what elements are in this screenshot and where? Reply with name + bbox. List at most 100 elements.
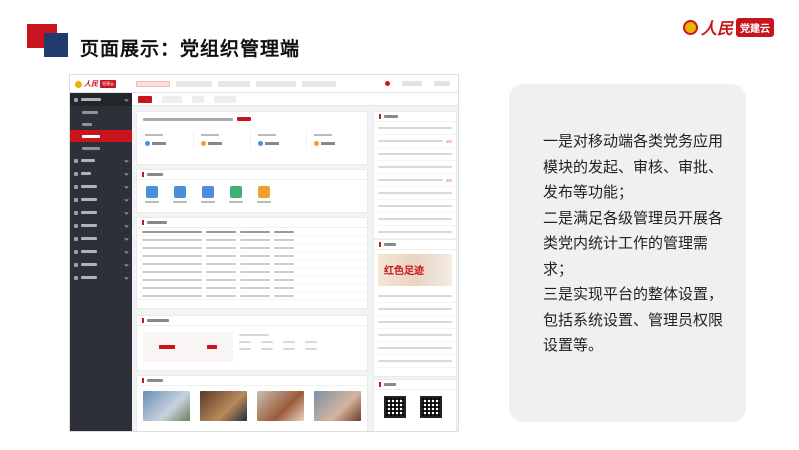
chevron-down-icon [124,197,129,202]
console-topbar: 人民 党建云 [70,75,458,93]
list-item [374,226,456,239]
top-nav-item [302,81,336,87]
menu-icon [74,223,78,228]
user-name [434,81,450,86]
menu-icon [74,210,78,215]
banner-text: 红色足迹 [384,266,424,277]
title-decoration-navy [44,33,68,57]
menu-icon [74,158,78,163]
sidebar-item [70,232,132,245]
list-item [374,135,456,148]
page-title: 页面展示：党组织管理端 [80,38,301,60]
sidebar-item [70,193,132,206]
console-logo-tag: 党建云 [100,80,116,88]
news-image [200,391,247,421]
list-item [374,316,456,329]
sidebar-item [70,245,132,258]
admin-console-screenshot: 人民 党建云 红色足迹 [69,74,459,432]
qr-card [373,379,457,431]
sidebar-item [70,271,132,284]
table-row [137,284,367,292]
org-overview-card [136,111,368,165]
statistics-card [136,315,368,371]
news-card [136,375,368,431]
tab [214,95,236,103]
table-row [137,236,367,244]
list-item [374,342,456,355]
news-images [137,386,367,426]
list-item [374,122,456,135]
activity-banner: 红色足迹 [378,254,452,286]
sidebar-item [70,93,132,106]
tab [162,95,182,103]
sidebar-item [70,167,132,180]
chevron-down-icon [124,236,129,241]
list-item [374,355,456,368]
quick-app [201,186,215,203]
quick-apps [137,180,367,209]
stat-item [311,132,362,148]
org-stats [137,126,367,154]
menu-icon [74,262,78,267]
sidebar-subitem [70,118,132,130]
list-item [374,290,456,303]
table-row [137,268,367,276]
news-image [314,391,361,421]
sidebar-item [70,258,132,271]
top-nav-item [136,81,170,87]
console-user-area [385,81,450,86]
qr-code-icon [384,396,406,418]
sidebar-item [70,219,132,232]
menu-icon [74,97,78,102]
sidebar-item [70,206,132,219]
chevron-down-icon [124,171,129,176]
quick-entry-card [136,169,368,213]
top-nav-item [218,81,250,87]
sidebar-subitem [70,106,132,118]
chevron-down-icon [124,262,129,267]
menu-icon [74,275,78,280]
menu-icon [74,184,78,189]
news-image [143,391,190,421]
chevron-down-icon [124,184,129,189]
quick-app [229,186,243,203]
list-item [374,329,456,342]
tab [192,95,204,103]
console-emblem-icon [75,80,82,88]
console-tabs [132,93,458,106]
table-row [137,260,367,268]
menu-icon [74,171,78,176]
description-point-1: 一是对移动端各类党务应用模块的发起、审核、审批、发布等功能； [543,132,724,201]
brand-tag: 党建云 [736,17,775,37]
sidebar-item [70,154,132,167]
list-item [374,303,456,316]
brand-logo-text: 人民 [701,19,734,38]
table-row [137,252,367,260]
stat-item [198,132,251,148]
quick-app [257,186,271,203]
chevron-down-icon [124,275,129,280]
table-row [137,276,367,284]
console-sidebar [70,93,132,431]
stat-item [255,132,307,148]
qr-code-icon [420,396,442,418]
description-point-3: 三是实现平台的整体设置，包括系统设置、管理员权限设置等。 [543,285,724,354]
brand-logo: 人民 党建云 [683,14,775,40]
console-logo-text: 人民 [84,79,98,88]
table-row [137,244,367,252]
top-nav-item [256,81,296,87]
quick-app [145,186,159,203]
list-item [374,161,456,174]
quick-app [173,186,187,203]
notification-icon [385,81,390,86]
chevron-down-icon [124,249,129,254]
console-logo: 人民 党建云 [75,79,116,89]
console-top-nav [136,81,336,87]
list-item [374,200,456,213]
list-item [374,213,456,226]
notification-label [402,81,422,86]
party-emblem-icon [683,19,698,35]
table-row [137,292,367,300]
chevron-down-icon [124,223,129,228]
activity-card: 红色足迹 [373,239,457,377]
